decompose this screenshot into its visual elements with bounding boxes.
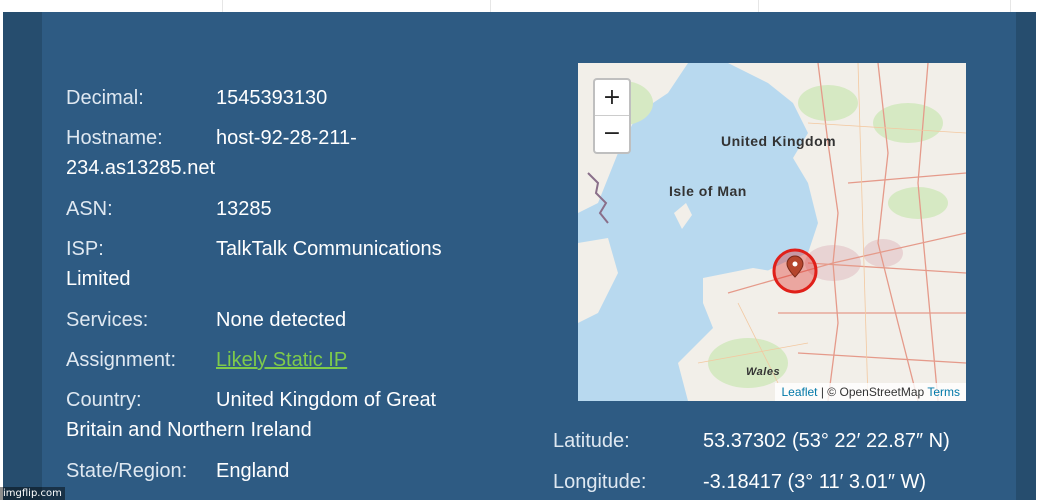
- services-row: Services: None detected: [66, 305, 496, 335]
- services-label: Services:: [66, 309, 149, 331]
- decimal-row: Decimal: 1545393130: [66, 83, 496, 113]
- column-divider: [1010, 0, 1011, 12]
- asn-row: ASN: 13285: [66, 194, 496, 224]
- location-map[interactable]: United Kingdom Isle of Man Wales + − Lea…: [578, 63, 966, 401]
- leaflet-link[interactable]: Leaflet: [781, 385, 817, 399]
- map-tiles: [578, 63, 966, 401]
- assignment-label: Assignment:: [66, 349, 177, 371]
- hostname-value-line1: host-92-28-211-: [216, 127, 357, 149]
- isp-row: ISP: TalkTalk Communications Limited: [66, 234, 496, 294]
- state-row: State/Region: England: [66, 456, 496, 486]
- decimal-value: 1545393130: [216, 87, 328, 109]
- map-label-uk: United Kingdom: [721, 133, 837, 149]
- top-strip: [0, 0, 1038, 12]
- osm-text: OpenStreetMap: [839, 385, 925, 399]
- longitude-value: -3.18417 (3° 11′ 3.01″ W): [703, 471, 927, 493]
- isp-value-line1: TalkTalk Communications: [216, 238, 442, 260]
- map-label-wales: Wales: [746, 366, 781, 378]
- asn-label: ASN:: [66, 198, 113, 220]
- column-divider: [222, 0, 223, 12]
- hostname-row: Hostname: host-92-28-211- 234.as13285.net: [66, 123, 496, 183]
- asn-value: 13285: [216, 198, 272, 220]
- assignment-link[interactable]: Likely Static IP: [216, 349, 347, 371]
- isp-label: ISP:: [66, 238, 104, 260]
- services-value: None detected: [216, 309, 347, 331]
- attribution-separator: | ©: [817, 385, 840, 399]
- assignment-row: Assignment: Likely Static IP: [66, 345, 496, 375]
- country-row: Country: United Kingdom of Great Britain …: [66, 385, 496, 445]
- decimal-label: Decimal:: [66, 87, 144, 109]
- map-label-isle-of-man: Isle of Man: [669, 183, 747, 199]
- green-area: [708, 338, 788, 388]
- latitude-label: Latitude:: [553, 430, 630, 452]
- land-ireland: [578, 238, 618, 323]
- country-label: Country:: [66, 389, 142, 411]
- green-area: [798, 85, 858, 121]
- longitude-label: Longitude:: [553, 471, 647, 493]
- column-divider: [758, 0, 759, 12]
- map-attribution: Leaflet | © OpenStreetMap Terms: [775, 383, 966, 401]
- zoom-in-button[interactable]: +: [595, 80, 629, 116]
- longitude-row: Longitude: -3.18417 (3° 11′ 3.01″ W): [553, 467, 1013, 497]
- zoom-out-button[interactable]: −: [595, 116, 629, 152]
- watermark: imgflip.com: [0, 487, 65, 500]
- column-divider: [490, 0, 491, 12]
- land-isle-of-man: [674, 203, 692, 229]
- state-value: England: [216, 460, 290, 482]
- isp-value-line2: Limited: [66, 268, 131, 290]
- green-area: [888, 187, 948, 219]
- terms-link[interactable]: Terms: [927, 385, 960, 399]
- country-value-line2: Britain and Northern Ireland: [66, 419, 312, 441]
- hostname-value-line2: 234.as13285.net: [66, 157, 216, 179]
- hostname-label: Hostname:: [66, 127, 163, 149]
- country-value-line1: United Kingdom of Great: [216, 389, 437, 411]
- state-label: State/Region:: [66, 460, 188, 482]
- latitude-value: 53.37302 (53° 22′ 22.87″ N): [703, 430, 950, 452]
- zoom-control: + −: [593, 78, 631, 154]
- latitude-row: Latitude: 53.37302 (53° 22′ 22.87″ N): [553, 426, 1013, 456]
